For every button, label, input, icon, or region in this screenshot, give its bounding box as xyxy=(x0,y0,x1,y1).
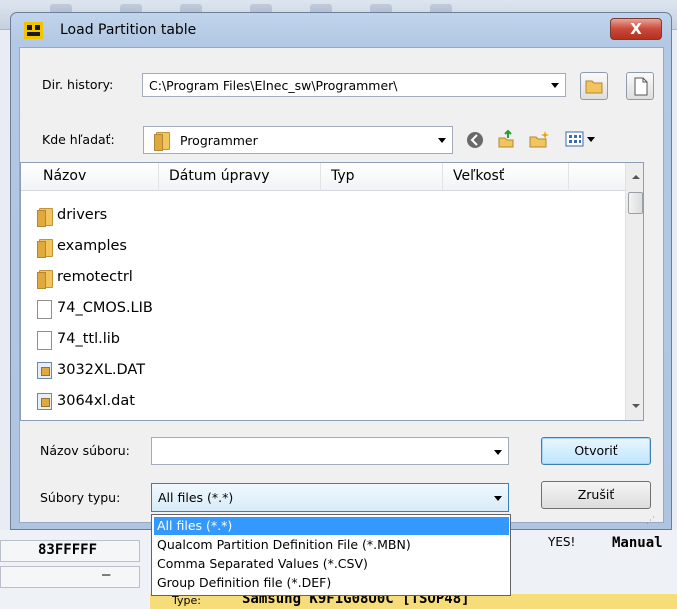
column-name[interactable]: Názov ^ xyxy=(21,163,159,191)
document-button[interactable] xyxy=(626,72,654,100)
column-header: Názov ^ Dátum úpravy Typ Veľkosť xyxy=(21,163,625,191)
file-list[interactable]: Názov ^ Dátum úpravy Typ Veľkosť drivers… xyxy=(20,162,644,421)
list-item[interactable]: drivers xyxy=(21,204,621,230)
folder-icon xyxy=(37,207,53,227)
filetype-select[interactable]: All files (*.*) xyxy=(151,483,509,512)
browse-folder-button[interactable] xyxy=(580,72,608,100)
file-name: 3032XL.DAT xyxy=(57,362,146,378)
file-name: 74_CMOS.LIB xyxy=(57,300,153,316)
file-name: 74_ttl.lib xyxy=(57,331,120,347)
document-icon xyxy=(634,77,648,96)
folder-icon xyxy=(154,131,170,151)
open-button[interactable]: Otvoriť xyxy=(541,437,651,465)
yes-label: YES! xyxy=(548,535,576,549)
dir-history-label: Dir. history: xyxy=(42,77,114,92)
title-bar[interactable]: Load Partition table X xyxy=(11,13,671,47)
dash-value: – xyxy=(102,567,111,583)
column-date-modified[interactable]: Dátum úpravy xyxy=(159,163,321,191)
data-file-icon xyxy=(37,393,52,410)
scroll-down-icon[interactable] xyxy=(632,404,640,408)
close-button[interactable]: X xyxy=(610,18,662,40)
up-folder-icon[interactable] xyxy=(496,129,516,149)
folder-icon xyxy=(37,238,53,258)
chevron-down-icon xyxy=(438,138,446,143)
document-icon xyxy=(37,331,52,350)
list-item[interactable]: 3064xl.dat xyxy=(21,390,621,416)
dash-field xyxy=(0,566,140,588)
filename-label: Názov súboru: xyxy=(40,443,130,458)
list-item[interactable]: 3032XL.DAT xyxy=(21,359,621,385)
file-name: remotectrl xyxy=(57,269,133,285)
file-name: examples xyxy=(57,238,127,254)
folder-icon xyxy=(585,80,603,94)
resize-grip-icon[interactable]: ⋰ xyxy=(646,516,655,526)
back-icon[interactable] xyxy=(466,131,484,149)
view-menu-icon[interactable] xyxy=(565,130,597,148)
dialog-title: Load Partition table xyxy=(60,22,197,38)
dropdown-option[interactable]: Qualcom Partition Definition File (*.MBN… xyxy=(154,536,509,554)
sort-ascending-icon: ^ xyxy=(77,162,85,170)
scroll-thumb[interactable] xyxy=(628,192,643,214)
dir-history-value: C:\Program Files\Elnec_sw\Programmer\ xyxy=(149,78,398,93)
scroll-up-icon[interactable] xyxy=(632,175,640,179)
new-folder-icon[interactable] xyxy=(528,129,550,149)
list-item[interactable]: examples xyxy=(21,235,621,261)
vertical-scrollbar[interactable] xyxy=(625,163,643,420)
dropdown-option[interactable]: All files (*.*) xyxy=(154,517,509,535)
look-in-combo[interactable]: Programmer xyxy=(143,126,453,154)
device-type-bar: Type: Samsung K9F1G08U0C [TSOP48] xyxy=(150,591,677,609)
document-icon xyxy=(37,300,52,319)
cancel-button[interactable]: Zrušiť xyxy=(541,481,651,509)
look-in-value: Programmer xyxy=(180,133,258,148)
filetype-value: All files (*.*) xyxy=(158,490,234,505)
look-in-label: Kde hľadať: xyxy=(42,132,115,147)
chevron-down-icon xyxy=(494,496,502,501)
list-item[interactable]: 74_CMOS.LIB xyxy=(21,297,621,323)
hex-value: 83FFFFF xyxy=(38,542,98,558)
file-name: drivers xyxy=(57,207,108,223)
dropdown-option[interactable]: Comma Separated Values (*.CSV) xyxy=(154,555,509,573)
filename-input[interactable] xyxy=(151,437,509,465)
file-name: 3064xl.dat xyxy=(57,393,135,409)
dropdown-option[interactable]: Group Definition file (*.DEF) xyxy=(154,574,509,592)
chevron-down-icon xyxy=(494,450,502,455)
list-item[interactable]: remotectrl xyxy=(21,266,621,292)
folder-icon xyxy=(37,269,53,289)
dir-history-combo[interactable]: C:\Program Files\Elnec_sw\Programmer\ xyxy=(142,73,566,97)
chevron-down-icon xyxy=(551,83,559,88)
filetype-dropdown-list[interactable]: All files (*.*) Qualcom Partition Defini… xyxy=(151,514,511,596)
filetype-label: Súbory typu: xyxy=(40,490,121,505)
app-icon xyxy=(24,22,43,39)
column-size[interactable]: Veľkosť xyxy=(443,163,569,191)
manual-label: Manual xyxy=(612,535,663,551)
data-file-icon xyxy=(37,362,52,379)
column-type[interactable]: Typ xyxy=(321,163,443,191)
list-item[interactable]: 74_ttl.lib xyxy=(21,328,621,354)
